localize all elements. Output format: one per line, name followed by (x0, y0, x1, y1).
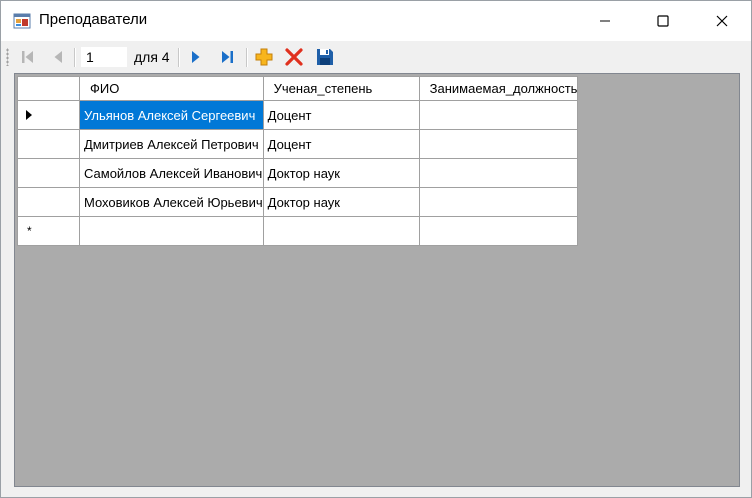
cell-fio[interactable]: Ульянов Алексей Сергеевич (79, 100, 264, 130)
cell-position[interactable] (418, 187, 579, 217)
row-header[interactable] (17, 100, 80, 130)
move-next-button[interactable] (185, 46, 207, 68)
data-grid-table: ФИО Ученая_степень Занимаемая_должность … (17, 76, 579, 246)
close-icon (716, 15, 728, 27)
record-count-label: для 4 (134, 49, 170, 65)
move-previous-icon (54, 51, 62, 63)
grid-header-row: ФИО Ученая_степень Занимаемая_должность (17, 76, 579, 101)
form-app-icon (13, 13, 31, 29)
move-first-icon (22, 51, 33, 63)
table-row[interactable]: Ульянов Алексей Сергеевич Доцент (17, 100, 579, 130)
new-row-marker: * (27, 224, 32, 238)
cell-fio[interactable]: Самойлов Алексей Иванович (79, 158, 264, 188)
main-window: Преподаватели для 4 (0, 0, 752, 498)
cell-fio[interactable]: Моховиков Алексей Юрьевич (79, 187, 264, 217)
cell-position[interactable] (418, 100, 579, 130)
add-new-icon (255, 48, 273, 66)
move-next-icon (192, 51, 200, 63)
table-row[interactable]: Моховиков Алексей Юрьевич Доктор наук (17, 187, 579, 217)
new-row[interactable]: * (17, 216, 579, 246)
cell-position[interactable] (418, 216, 579, 246)
cell-position[interactable] (418, 129, 579, 159)
row-header[interactable] (17, 129, 80, 159)
row-header[interactable] (17, 187, 80, 217)
minimize-button[interactable] (576, 1, 634, 41)
position-input[interactable] (81, 47, 127, 67)
column-header-fio[interactable]: ФИО (79, 76, 264, 101)
cell-degree[interactable] (262, 216, 420, 246)
add-new-button[interactable] (253, 46, 275, 68)
delete-icon (285, 48, 303, 66)
cell-degree[interactable]: Доктор наук (262, 158, 420, 188)
delete-button[interactable] (283, 46, 305, 68)
row-header[interactable]: * (17, 216, 80, 246)
binding-navigator: для 4 (1, 41, 751, 73)
toolbar-separator (178, 48, 180, 67)
column-header-position[interactable]: Занимаемая_должность (418, 76, 579, 101)
column-header-degree[interactable]: Ученая_степень (262, 76, 420, 101)
save-icon (317, 49, 333, 65)
move-last-button[interactable] (216, 46, 238, 68)
window-title: Преподаватели (39, 11, 148, 28)
row-header[interactable] (17, 158, 80, 188)
save-button[interactable] (314, 46, 336, 68)
toolbar-separator (74, 48, 76, 67)
title-bar[interactable]: Преподаватели (1, 1, 751, 41)
cell-position[interactable] (418, 158, 579, 188)
maximize-button[interactable] (634, 1, 692, 41)
minimize-icon (600, 20, 610, 22)
toolbar-separator (246, 48, 248, 67)
cell-degree[interactable]: Доцент (262, 100, 420, 130)
cell-degree[interactable]: Доцент (262, 129, 420, 159)
maximize-icon (657, 15, 669, 27)
move-last-icon (222, 51, 233, 63)
move-first-button[interactable] (17, 46, 39, 68)
move-previous-button[interactable] (48, 46, 70, 68)
table-row[interactable]: Дмитриев Алексей Петрович Доцент (17, 129, 579, 159)
close-button[interactable] (693, 1, 751, 41)
cell-degree[interactable]: Доктор наук (262, 187, 420, 217)
cell-fio[interactable] (79, 216, 264, 246)
current-row-arrow-icon (26, 110, 32, 120)
table-row[interactable]: Самойлов Алексей Иванович Доктор наук (17, 158, 579, 188)
toolbar-grip[interactable] (6, 48, 9, 66)
top-left-header-cell[interactable] (17, 76, 80, 101)
cell-fio[interactable]: Дмитриев Алексей Петрович (79, 129, 264, 159)
data-grid-view[interactable]: ФИО Ученая_степень Занимаемая_должность … (14, 73, 740, 487)
